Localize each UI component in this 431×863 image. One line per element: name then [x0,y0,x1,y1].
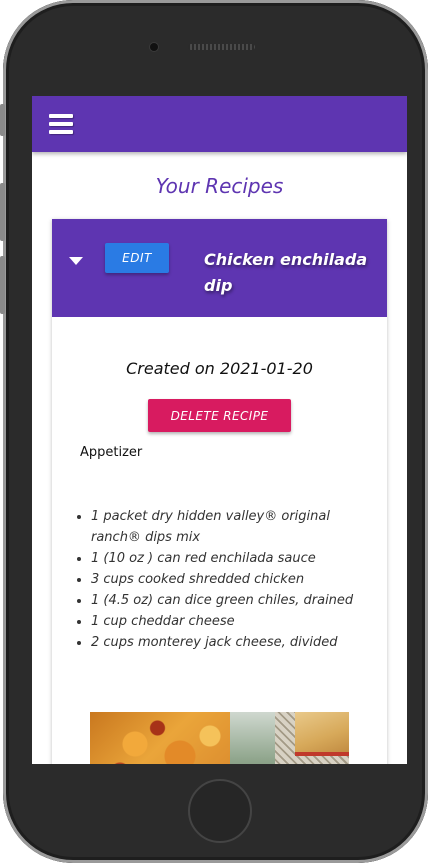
ingredient-item: 2 cups monterey jack cheese, divided [91,632,381,653]
napkin-photo-area [230,712,280,764]
page-title: Your Recipes [155,174,284,198]
created-date: Created on 2021-01-20 [126,359,313,378]
mute-switch [0,104,5,136]
ingredient-item: 1 (4.5 oz) can dice green chiles, draine… [91,590,381,611]
app-bar [32,96,407,152]
delete-recipe-button[interactable]: DELETE RECIPE [148,399,291,432]
recipe-card: EDIT Chicken enchilada dip Created on 20… [52,219,387,764]
ingredient-item: 1 packet dry hidden valley® original ran… [91,506,381,548]
dip-photo-area [90,712,240,764]
recipe-card-header: EDIT Chicken enchilada dip [52,219,387,317]
recipe-category: Appetizer [80,445,143,460]
chips-photo-area [295,712,349,756]
ingredient-list: 1 packet dry hidden valley® original ran… [69,506,381,653]
hamburger-menu-icon[interactable] [49,114,73,134]
volume-down-button [0,256,5,314]
home-button[interactable] [188,779,252,843]
app-screen: Your Recipes EDIT Chicken enchilada dip … [32,96,407,764]
volume-up-button [0,183,5,241]
edit-button[interactable]: EDIT [105,243,169,273]
front-camera [150,43,158,51]
ingredient-item: 1 (10 oz ) can red enchilada sauce [91,548,381,569]
ingredient-item: 3 cups cooked shredded chicken [91,569,381,590]
ingredient-item: 1 cup cheddar cheese [91,611,381,632]
recipe-title: Chicken enchilada dip [204,250,368,295]
recipe-photo [90,712,349,764]
caret-down-icon[interactable] [69,257,83,265]
earpiece-speaker [188,44,255,50]
